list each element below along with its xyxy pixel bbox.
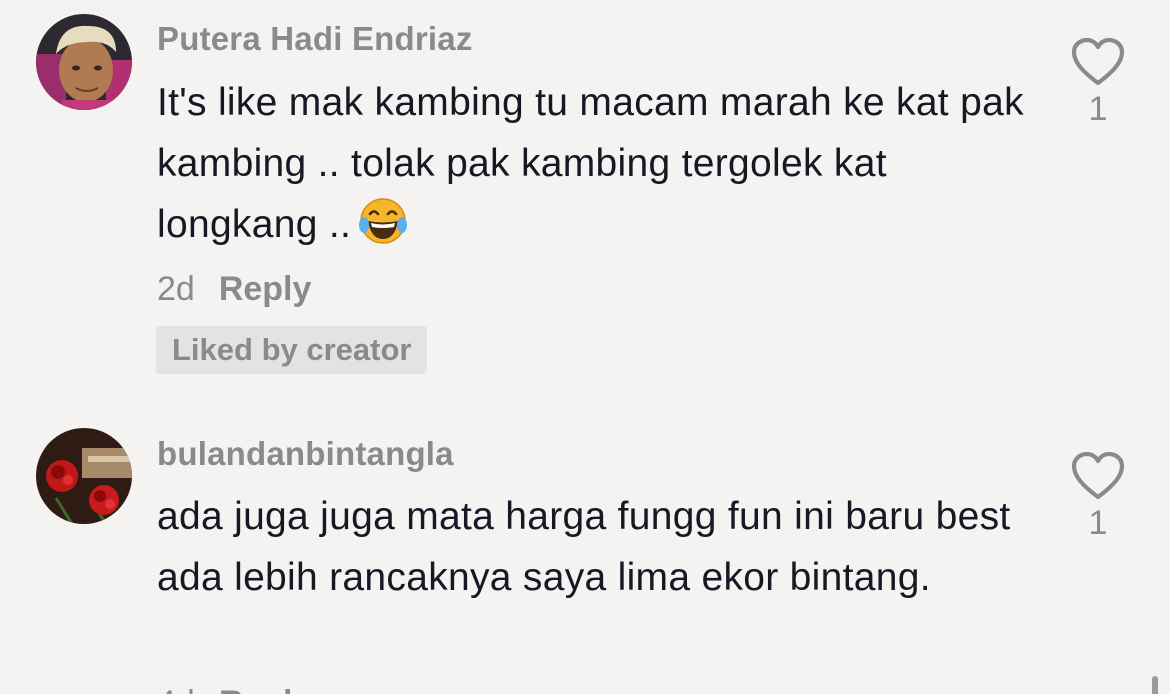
comment-time: 2d: [157, 270, 195, 308]
comment-meta: 2d Reply: [157, 270, 311, 309]
reply-button[interactable]: Reply: [219, 270, 312, 308]
comment-body: ada juga juga mata harga fungg fun ini b…: [157, 495, 1011, 599]
comment-text: It's like mak kambing tu macam marah ke …: [157, 72, 1037, 265]
avatar[interactable]: [36, 14, 132, 110]
avatar[interactable]: [36, 428, 132, 524]
comment-username[interactable]: Putera Hadi Endriaz: [157, 20, 473, 58]
comment-time: 4d: [157, 684, 195, 694]
comment-meta: 4d Reply: [157, 684, 311, 694]
liked-by-creator-badge: Liked by creator: [156, 326, 428, 374]
comment-text: ada juga juga mata harga fungg fun ini b…: [157, 486, 1037, 608]
reply-button[interactable]: Reply: [219, 684, 312, 694]
comments-page: Putera Hadi Endriaz It's like mak kambin…: [0, 0, 1170, 694]
like-count: 1: [1088, 90, 1108, 128]
comment-body: It's like mak kambing tu macam marah ke …: [157, 81, 1024, 246]
like-count: 1: [1088, 504, 1108, 542]
scrollbar[interactable]: [1152, 676, 1158, 694]
heart-icon: [1068, 36, 1128, 88]
like-button[interactable]: 1: [1068, 36, 1128, 129]
laughing-tears-emoji-icon: [357, 195, 409, 265]
like-button[interactable]: 1: [1068, 450, 1128, 543]
heart-icon: [1068, 450, 1128, 502]
comment-username[interactable]: bulandanbintangla: [157, 435, 454, 473]
